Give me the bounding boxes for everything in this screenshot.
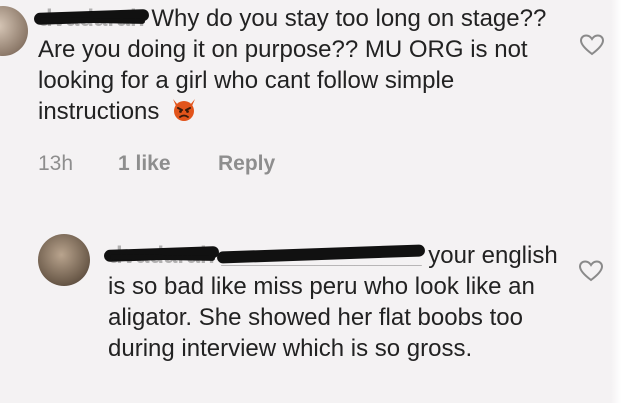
screen-edge [611,0,621,403]
comment-meta: 13h 1 like Reply [38,152,275,176]
angry-devil-emoji [170,96,198,130]
username-redacted[interactable]: dvadarah [33,3,149,34]
avatar[interactable] [38,234,90,286]
likes-count[interactable]: 1 like [118,152,218,176]
comment-text: dvadarah Why do you stay too long on sta… [33,3,558,130]
mention-redacted[interactable]: _______________ [217,240,426,271]
comment-2: dvadarah _______________ your english is… [0,218,621,403]
avatar[interactable] [0,6,28,56]
heart-icon[interactable] [578,259,604,283]
heart-icon[interactable] [579,33,605,57]
username-redacted[interactable]: dvadarah [103,240,219,271]
comment-text: dvadarah _______________ your english is… [103,240,578,364]
timestamp: 13h [38,152,74,175]
reply-button[interactable]: Reply [218,152,275,176]
comment-1: dvadarah Why do you stay too long on sta… [0,0,621,200]
